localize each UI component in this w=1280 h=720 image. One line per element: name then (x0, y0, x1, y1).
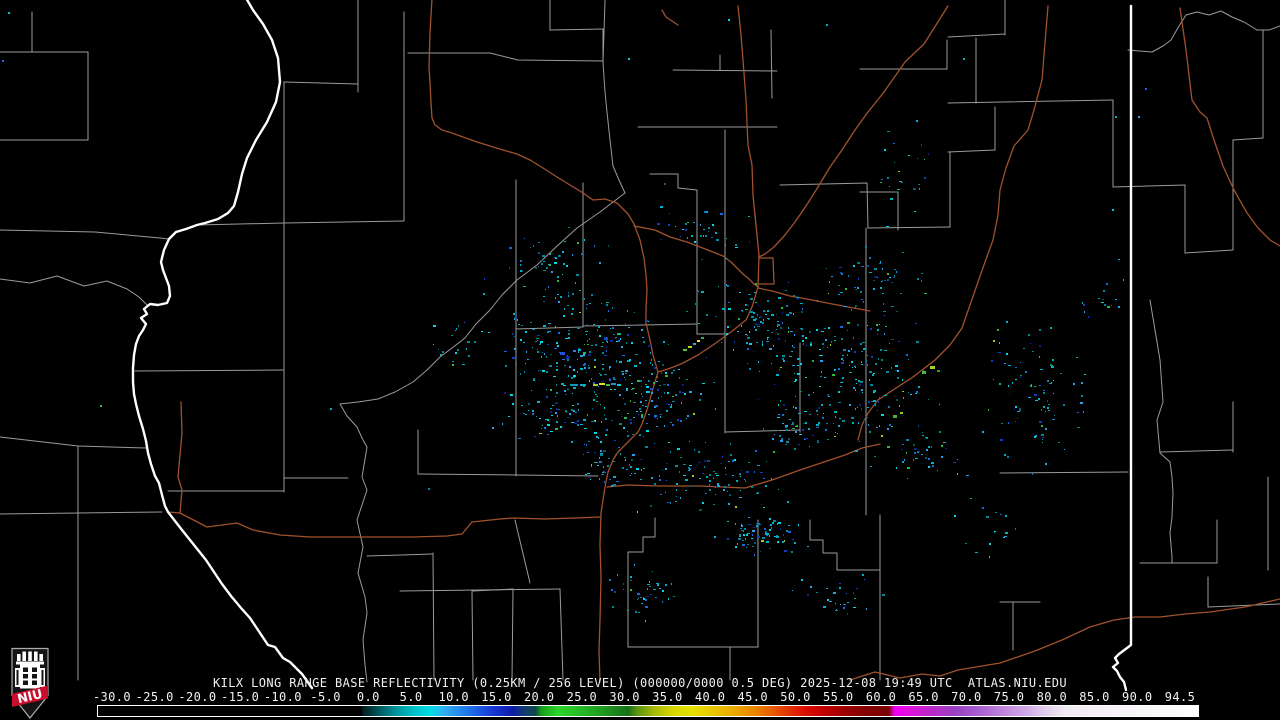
state-border-line (133, 0, 312, 688)
county-boundary-line (197, 221, 404, 225)
scale-label: 55.0 (823, 690, 854, 704)
county-boundary-line (472, 592, 473, 680)
niu-castle-icon (15, 652, 45, 689)
scale-label: 35.0 (652, 690, 683, 704)
scale-label: -5.0 (310, 690, 341, 704)
highway-line (658, 287, 758, 372)
scale-label: 90.0 (1122, 690, 1153, 704)
county-boundary-line (1113, 185, 1185, 187)
scale-label: 25.0 (567, 690, 598, 704)
county-boundary-line (0, 276, 148, 306)
scale-label: 20.0 (524, 690, 555, 704)
niu-logo: NIU (9, 647, 51, 720)
reflectivity-scale-labels: -30.0 -25.0 -20.0 -15.0 -10.0 -5.0 0.0 5.0 10.0 1… (0, 690, 1280, 704)
county-boundary-line (948, 150, 995, 152)
county-boundary-line (810, 520, 880, 570)
county-boundary-line (560, 589, 563, 680)
county-boundary-line (0, 512, 162, 514)
county-boundary-line (433, 553, 434, 680)
reflectivity-colorbar (97, 705, 1199, 717)
county-boundary-line (583, 324, 697, 326)
highway-line (178, 402, 182, 513)
highway-line (850, 599, 1280, 680)
scale-label: 5.0 (400, 690, 423, 704)
scale-label: -30.0 (93, 690, 131, 704)
county-boundary-line (1128, 11, 1280, 52)
county-boundary-line (340, 0, 625, 682)
scale-label: 65.0 (908, 690, 939, 704)
scale-label: -25.0 (136, 690, 174, 704)
county-boundary-line (1160, 450, 1233, 452)
county-boundary-line (628, 518, 758, 647)
county-boundary-line (135, 370, 283, 371)
scale-label: 80.0 (1037, 690, 1068, 704)
scale-label: 50.0 (780, 690, 811, 704)
highway-line (607, 444, 880, 488)
county-boundary-line (650, 174, 697, 228)
county-boundary-line (0, 230, 169, 239)
county-boundary-line (516, 475, 598, 476)
scale-label: 94.5 (1165, 690, 1196, 704)
scale-label: 75.0 (994, 690, 1025, 704)
scale-label: 15.0 (481, 690, 512, 704)
state-border-line (1113, 6, 1131, 690)
product-title-text: KILX LONG RANGE BASE REFLECTIVITY (0.25K… (0, 676, 1280, 690)
highway-line (662, 10, 678, 25)
county-boundary-line (1150, 300, 1173, 563)
scale-label: -20.0 (178, 690, 216, 704)
highway-line (759, 6, 948, 257)
highway-line (858, 6, 1048, 440)
county-boundary-line (284, 82, 358, 84)
radar-echoes (2, 12, 1147, 622)
county-boundary-line (515, 520, 530, 583)
radar-map-canvas (0, 0, 1280, 720)
scale-label: 30.0 (609, 690, 640, 704)
scale-label: 40.0 (695, 690, 726, 704)
scale-label: 45.0 (738, 690, 769, 704)
highway-line (758, 288, 870, 311)
highway-line (759, 258, 774, 284)
scale-label: -10.0 (264, 690, 302, 704)
scale-label: 85.0 (1079, 690, 1110, 704)
scale-label: 60.0 (866, 690, 897, 704)
county-boundary-line (673, 70, 777, 71)
county-boundary-line (948, 100, 1113, 103)
scale-label: 10.0 (439, 690, 470, 704)
scale-label: 0.0 (357, 690, 380, 704)
radar-viewer-screenshot: KILX LONG RANGE BASE REFLECTIVITY (0.25K… (0, 0, 1280, 720)
county-boundary-line (418, 474, 516, 475)
county-boundary-line (0, 437, 146, 448)
county-boundary-line (780, 183, 868, 228)
highway-line (429, 0, 658, 682)
county-boundary-line (725, 430, 800, 432)
highway-line (168, 512, 600, 537)
county-boundary-line (771, 30, 772, 98)
county-boundary-line (367, 554, 432, 556)
county-boundary-line (1233, 138, 1263, 140)
highway-line (1180, 8, 1280, 246)
scale-label: -15.0 (221, 690, 259, 704)
county-boundary-line (408, 53, 603, 61)
county-boundary-line (512, 589, 513, 680)
county-boundary-line (868, 227, 950, 228)
highway-line (634, 226, 758, 287)
county-boundary-line (550, 29, 603, 30)
county-boundary-line (948, 34, 1005, 37)
highway-line (738, 6, 759, 287)
county-boundary-line (1000, 472, 1128, 473)
scale-label: 70.0 (951, 690, 982, 704)
county-boundary-line (516, 327, 583, 329)
county-boundary-line (1185, 250, 1233, 253)
